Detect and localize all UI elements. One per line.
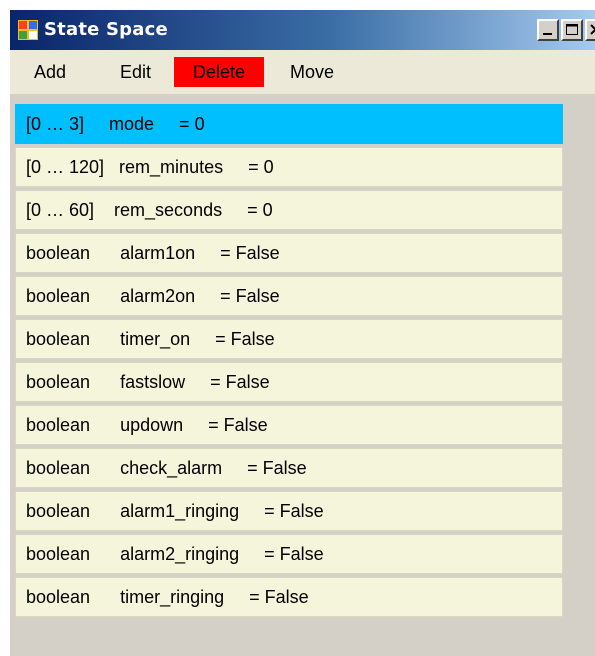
variable-list: [0 … 3] mode = 0 [0 … 120] rem_minutes =…	[15, 104, 563, 620]
list-item[interactable]: boolean alarm2_ringing = False	[15, 534, 563, 574]
window-title: State Space	[44, 19, 168, 40]
add-menu-item[interactable]: Add	[34, 57, 66, 87]
delete-menu-item[interactable]: Delete	[174, 57, 264, 87]
list-item[interactable]: [0 … 120] rem_minutes = 0	[15, 147, 563, 187]
list-item[interactable]: boolean check_alarm = False	[15, 448, 563, 488]
list-item[interactable]: boolean timer_ringing = False	[15, 577, 563, 617]
minimize-button[interactable]	[537, 19, 559, 41]
list-item[interactable]: boolean updown = False	[15, 405, 563, 445]
list-item[interactable]: boolean fastslow = False	[15, 362, 563, 402]
title-bar[interactable]: State Space	[10, 10, 595, 50]
move-menu-item[interactable]: Move	[290, 57, 334, 87]
edit-menu-item[interactable]: Edit	[120, 57, 151, 87]
minimize-icon	[543, 33, 552, 35]
menu-bar: Add Edit Delete Move	[10, 50, 595, 94]
close-button[interactable]	[585, 19, 595, 41]
close-icon	[590, 24, 595, 35]
list-item[interactable]: boolean alarm2on = False	[15, 276, 563, 316]
maximize-icon	[566, 24, 578, 35]
list-item[interactable]: [0 … 60] rem_seconds = 0	[15, 190, 563, 230]
app-icon	[18, 20, 38, 40]
list-item[interactable]: [0 … 3] mode = 0	[15, 104, 563, 144]
list-item[interactable]: boolean alarm1_ringing = False	[15, 491, 563, 531]
state-space-window: State Space Add Edit Delete Move [0 … 3]…	[10, 10, 595, 656]
list-item[interactable]: boolean timer_on = False	[15, 319, 563, 359]
list-item[interactable]: boolean alarm1on = False	[15, 233, 563, 273]
maximize-button[interactable]	[561, 19, 583, 41]
